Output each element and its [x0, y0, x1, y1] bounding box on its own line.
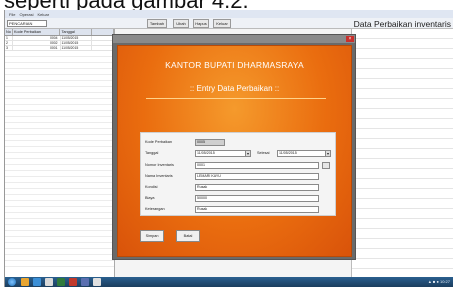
start-button[interactable] [8, 278, 16, 286]
chevron-down-icon: ▾ [325, 151, 330, 156]
close-icon[interactable]: × [346, 36, 354, 42]
nomor-label: Nomor Inventaris [145, 163, 174, 167]
keterangan-field[interactable]: Rusak [195, 206, 319, 213]
program-icon[interactable] [81, 278, 89, 286]
selesai-value: 11/05/2015 [279, 151, 297, 155]
screen-title: Data Perbaikan inventaris [353, 19, 451, 29]
stage: seperti pada gambar 4.2. File Operasi Ke… [0, 0, 453, 287]
cell-no: 2 [5, 41, 13, 45]
cell-kode: 0002 [13, 41, 61, 45]
delete-button[interactable]: Hapus [193, 19, 209, 28]
title-divider [146, 98, 326, 99]
entry-dialog: × KANTOR BUPATI DHARMASRAYA :: Entry Dat… [112, 34, 356, 260]
save-button[interactable]: Simpan [140, 230, 164, 242]
browser-icon[interactable] [33, 278, 41, 286]
chevron-down-icon: ▾ [245, 151, 250, 156]
nomor-field[interactable]: 0001 [195, 162, 319, 169]
cell-tanggal: 11/05/2015 [61, 46, 93, 50]
biaya-label: Biaya [145, 196, 155, 200]
cancel-button[interactable]: Batal [176, 230, 200, 242]
dialog-titlebar[interactable]: × [113, 35, 355, 43]
background-grid [351, 29, 453, 279]
menu-bar: File Operasi Keluar [5, 10, 453, 18]
tanggal-dropdown[interactable]: 11/05/2015 ▾ [195, 150, 251, 157]
app-icon[interactable] [45, 278, 53, 286]
grid-header-tanggal: Tanggal [60, 29, 93, 35]
taskbar: ▲ ■ ● 10:27 [5, 277, 453, 287]
cell-kode: 0004 [13, 36, 61, 40]
edit-button[interactable]: Ubah [173, 19, 189, 28]
keterangan-label: Keterangan [145, 207, 165, 211]
spreadsheet-icon[interactable] [57, 278, 65, 286]
clock: 10:27 [439, 279, 450, 284]
cell-tanggal: 11/05/2015 [61, 41, 93, 45]
grid-header: No Kode Perbaikan Tanggal [5, 29, 114, 36]
kode-field: 0005 [195, 139, 225, 146]
speaker-icon[interactable]: ▲ ■ ● [428, 279, 439, 284]
grid-empty-area [5, 51, 114, 271]
tanggal-label: Tanggal [145, 151, 159, 155]
kondisi-label: Kondisi [145, 185, 158, 189]
cell-tanggal: 11/05/2015 [61, 36, 93, 40]
grid-header-no: No [5, 29, 13, 35]
search-input[interactable]: PENCARIAN [7, 20, 47, 27]
form-panel: Kode Perbaikan 0005 Tanggal 11/05/2015 ▾… [140, 132, 336, 216]
menu-keluar[interactable]: Keluar [37, 12, 49, 17]
form-title: :: Entry Data Perbaikan :: [189, 84, 280, 93]
data-grid[interactable]: No Kode Perbaikan Tanggal 1 0004 11/05/2… [5, 29, 115, 279]
add-button[interactable]: Tambah [147, 19, 167, 28]
cell-extra [92, 36, 114, 40]
grid-header-extra [92, 29, 114, 35]
screen-photo: File Operasi Keluar PENCARIAN Tambah Uba… [4, 10, 453, 287]
cell-no: 1 [5, 36, 13, 40]
selesai-label: Selesai [257, 151, 270, 155]
menu-file[interactable]: File [9, 12, 15, 17]
browse-button[interactable] [322, 162, 330, 169]
system-tray: ▲ ■ ● 10:27 [428, 278, 450, 286]
nama-field[interactable]: LEMARI KAYU [195, 173, 319, 180]
cell-no: 3 [5, 46, 13, 50]
menu-operasi[interactable]: Operasi [19, 12, 33, 17]
office-title: KANTOR BUPATI DHARMASRAYA [165, 60, 304, 70]
window-icon[interactable] [93, 278, 101, 286]
grid-header-kode: Kode Perbaikan [13, 29, 61, 35]
tanggal-value: 11/05/2015 [197, 151, 215, 155]
biaya-field[interactable]: 50000 [195, 195, 319, 202]
exit-button[interactable]: Keluar [213, 19, 231, 28]
folder-icon[interactable] [21, 278, 29, 286]
selesai-dropdown[interactable]: 11/05/2015 ▾ [277, 150, 331, 157]
kode-label: Kode Perbaikan [145, 140, 173, 144]
media-icon[interactable] [69, 278, 77, 286]
cell-extra [92, 41, 114, 45]
cell-kode: 0001 [13, 46, 61, 50]
cell-extra [92, 46, 114, 50]
dialog-body: KANTOR BUPATI DHARMASRAYA :: Entry Data … [117, 45, 352, 257]
kondisi-field[interactable]: Rusak [195, 184, 319, 191]
nama-label: Nama Inventaris [145, 174, 173, 178]
